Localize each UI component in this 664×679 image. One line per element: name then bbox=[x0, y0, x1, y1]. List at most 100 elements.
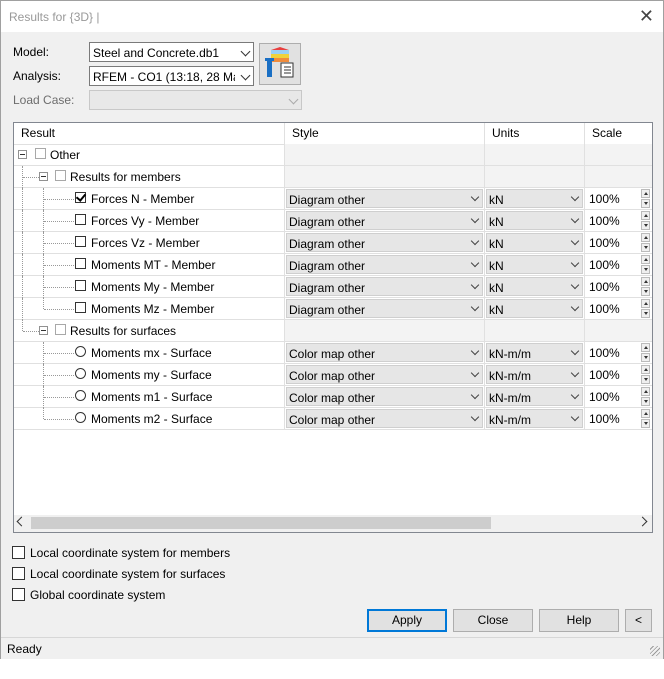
resize-grip-icon[interactable] bbox=[650, 646, 660, 656]
spin-down-icon[interactable] bbox=[641, 309, 650, 318]
scale-cell bbox=[585, 320, 652, 342]
scale-spinner[interactable]: 100% bbox=[585, 210, 652, 231]
spin-up-icon[interactable] bbox=[641, 211, 650, 220]
style-select[interactable]: Color map other bbox=[286, 343, 483, 362]
tree-line bbox=[44, 287, 74, 288]
checkbox[interactable] bbox=[55, 170, 66, 181]
spin-up-icon[interactable] bbox=[641, 365, 650, 374]
spin-up-icon[interactable] bbox=[641, 233, 650, 242]
spin-up-icon[interactable] bbox=[641, 189, 650, 198]
style-select[interactable]: Diagram other bbox=[286, 211, 483, 230]
style-select[interactable]: Diagram other bbox=[286, 299, 483, 318]
units-select[interactable]: kN bbox=[486, 233, 583, 252]
scale-spinner[interactable]: 100% bbox=[585, 364, 652, 385]
radio-button[interactable] bbox=[75, 346, 86, 357]
style-select[interactable]: Color map other bbox=[286, 365, 483, 384]
scale-spinner[interactable]: 100% bbox=[585, 276, 652, 297]
result-label: Moments mx - Surface bbox=[91, 346, 212, 360]
checkbox[interactable] bbox=[75, 302, 86, 313]
style-select[interactable]: Diagram other bbox=[286, 277, 483, 296]
spin-up-icon[interactable] bbox=[641, 343, 650, 352]
scale-spinner[interactable]: 100% bbox=[585, 232, 652, 253]
spin-down-icon[interactable] bbox=[641, 243, 650, 252]
checkbox[interactable] bbox=[35, 148, 46, 159]
checkbox[interactable] bbox=[75, 236, 86, 247]
units-cell: kN-m/m bbox=[485, 386, 585, 408]
column-header-style[interactable]: Style bbox=[285, 123, 485, 144]
expand-collapse-icon[interactable] bbox=[39, 326, 48, 335]
grid-header: Result Style Units Scale bbox=[14, 123, 652, 145]
spin-up-icon[interactable] bbox=[641, 277, 650, 286]
scroll-left-icon[interactable] bbox=[16, 516, 27, 527]
units-select[interactable]: kN bbox=[486, 299, 583, 318]
scale-value: 100% bbox=[589, 258, 620, 272]
result-cell: Moments mx - Surface bbox=[14, 342, 285, 364]
scale-spinner[interactable]: 100% bbox=[585, 298, 652, 319]
help-button[interactable]: Help bbox=[539, 609, 619, 632]
checkbox[interactable] bbox=[75, 280, 86, 291]
style-select[interactable]: Color map other bbox=[286, 387, 483, 406]
spin-down-icon[interactable] bbox=[641, 375, 650, 384]
units-select[interactable]: kN bbox=[486, 189, 583, 208]
chevron-down-icon bbox=[470, 390, 480, 400]
checkbox[interactable] bbox=[75, 258, 86, 269]
style-select[interactable]: Diagram other bbox=[286, 189, 483, 208]
model-select[interactable]: Steel and Concrete.db1 bbox=[89, 42, 254, 62]
style-select[interactable]: Diagram other bbox=[286, 255, 483, 274]
spin-down-icon[interactable] bbox=[641, 265, 650, 274]
apply-button[interactable]: Apply bbox=[367, 609, 447, 632]
style-cell: Diagram other bbox=[285, 210, 485, 232]
collapse-button[interactable]: < bbox=[625, 609, 652, 632]
checkbox[interactable] bbox=[75, 214, 86, 225]
result-display-settings-button[interactable] bbox=[259, 43, 301, 85]
style-select[interactable]: Diagram other bbox=[286, 233, 483, 252]
horizontal-scrollbar[interactable] bbox=[14, 515, 652, 532]
column-header-units[interactable]: Units bbox=[485, 123, 585, 144]
expand-collapse-icon[interactable] bbox=[39, 172, 48, 181]
local-surfaces-checkbox[interactable] bbox=[12, 567, 25, 580]
scale-spinner[interactable]: 100% bbox=[585, 386, 652, 407]
units-cell: kN-m/m bbox=[485, 342, 585, 364]
radio-button[interactable] bbox=[75, 368, 86, 379]
close-window-icon[interactable]: ✕ bbox=[639, 6, 654, 26]
column-header-scale[interactable]: Scale bbox=[585, 123, 652, 144]
analysis-select[interactable]: RFEM - CO1 (13:18, 28 May 2 bbox=[89, 66, 254, 86]
close-button[interactable]: Close bbox=[453, 609, 533, 632]
spin-down-icon[interactable] bbox=[641, 397, 650, 406]
checkbox[interactable] bbox=[55, 324, 66, 335]
units-select[interactable]: kN bbox=[486, 211, 583, 230]
units-select[interactable]: kN bbox=[486, 255, 583, 274]
spin-down-icon[interactable] bbox=[641, 199, 650, 208]
spin-up-icon[interactable] bbox=[641, 387, 650, 396]
radio-button[interactable] bbox=[75, 412, 86, 423]
window-title: Results for {3D} | bbox=[9, 10, 100, 24]
units-select[interactable]: kN-m/m bbox=[486, 365, 583, 384]
units-select[interactable]: kN-m/m bbox=[486, 343, 583, 362]
scale-spinner[interactable]: 100% bbox=[585, 188, 652, 209]
tree-line bbox=[23, 177, 39, 178]
spin-up-icon[interactable] bbox=[641, 255, 650, 264]
local-members-checkbox[interactable] bbox=[12, 546, 25, 559]
style-cell: Color map other bbox=[285, 408, 485, 430]
scroll-right-icon[interactable] bbox=[637, 516, 648, 527]
units-select[interactable]: kN bbox=[486, 277, 583, 296]
spin-up-icon[interactable] bbox=[641, 299, 650, 308]
global-system-checkbox[interactable] bbox=[12, 588, 25, 601]
column-header-result[interactable]: Result bbox=[14, 123, 285, 144]
style-select[interactable]: Color map other bbox=[286, 409, 483, 428]
spin-down-icon[interactable] bbox=[641, 221, 650, 230]
checkbox[interactable] bbox=[75, 191, 87, 203]
spin-down-icon[interactable] bbox=[641, 419, 650, 428]
scrollbar-thumb[interactable] bbox=[31, 517, 491, 529]
scale-spinner[interactable]: 100% bbox=[585, 254, 652, 275]
spin-down-icon[interactable] bbox=[641, 353, 650, 362]
expand-collapse-icon[interactable] bbox=[18, 150, 27, 159]
result-label: Forces N - Member bbox=[91, 192, 195, 206]
radio-button[interactable] bbox=[75, 390, 86, 401]
spin-down-icon[interactable] bbox=[641, 287, 650, 296]
units-select[interactable]: kN-m/m bbox=[486, 409, 583, 428]
units-select[interactable]: kN-m/m bbox=[486, 387, 583, 406]
spin-up-icon[interactable] bbox=[641, 409, 650, 418]
scale-spinner[interactable]: 100% bbox=[585, 342, 652, 363]
scale-spinner[interactable]: 100% bbox=[585, 408, 652, 429]
